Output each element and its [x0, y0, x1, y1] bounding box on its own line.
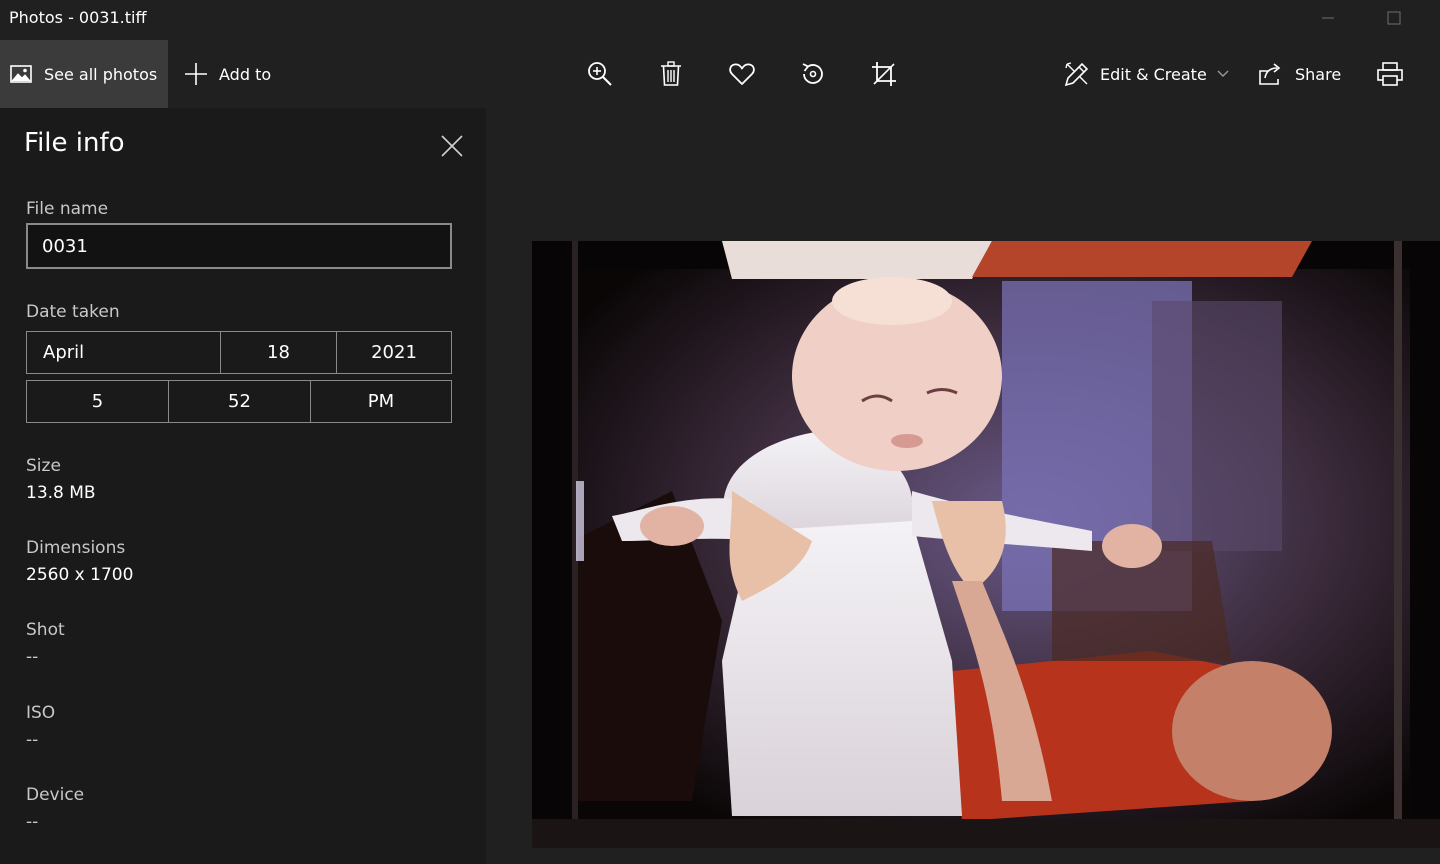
zoom-button[interactable]	[582, 56, 618, 92]
crop-icon	[872, 62, 896, 86]
edit-create-button[interactable]: Edit & Create	[1064, 40, 1229, 108]
shot-label: Shot	[26, 620, 65, 640]
photos-icon	[10, 65, 32, 83]
time-picker: 5 52 PM	[26, 380, 452, 423]
share-icon	[1259, 63, 1281, 85]
device-value: --	[26, 812, 39, 832]
device-label: Device	[26, 785, 85, 805]
day-selector[interactable]: 18	[221, 332, 337, 373]
hour-selector[interactable]: 5	[27, 381, 169, 422]
minimize-icon	[1322, 17, 1334, 19]
edit-create-icon	[1064, 62, 1089, 87]
see-all-photos-button[interactable]: See all photos	[0, 40, 168, 108]
minimize-button[interactable]	[1298, 0, 1358, 36]
share-label: Share	[1295, 64, 1342, 84]
photo-image[interactable]	[532, 241, 1440, 848]
toolbar: See all photos Add to Edit & Create Shar…	[0, 40, 1440, 108]
iso-value: --	[26, 730, 39, 750]
size-value: 13.8 MB	[26, 483, 96, 503]
edit-create-label: Edit & Create	[1100, 64, 1207, 84]
add-to-button[interactable]: Add to	[184, 40, 271, 108]
rotate-icon	[802, 63, 823, 84]
delete-icon	[661, 61, 681, 86]
maximize-button[interactable]	[1364, 0, 1424, 36]
heart-icon	[729, 63, 755, 85]
panel-title: File info	[24, 128, 125, 158]
period-selector[interactable]: PM	[311, 381, 451, 422]
photo-viewer	[486, 108, 1440, 864]
maximize-icon	[1387, 11, 1401, 25]
date-taken-label: Date taken	[26, 302, 120, 322]
minute-selector[interactable]: 52	[169, 381, 311, 422]
file-info-panel: File info File name 0031 Date taken Apri…	[0, 108, 486, 864]
dimensions-value: 2560 x 1700	[26, 565, 134, 585]
chevron-down-icon	[1217, 70, 1229, 77]
size-label: Size	[26, 456, 61, 476]
plus-icon	[185, 63, 207, 85]
add-to-label: Add to	[219, 64, 272, 84]
photo-content	[532, 241, 1440, 848]
dimensions-label: Dimensions	[26, 538, 126, 558]
month-selector[interactable]: April	[27, 332, 221, 373]
print-button[interactable]	[1372, 56, 1408, 92]
zoom-in-icon	[588, 62, 612, 86]
year-selector[interactable]: 2021	[337, 332, 451, 373]
rotate-button[interactable]	[795, 56, 831, 92]
see-all-photos-label: See all photos	[44, 64, 158, 84]
favorite-button[interactable]	[724, 56, 760, 92]
date-picker: April 18 2021	[26, 331, 452, 374]
delete-button[interactable]	[653, 56, 689, 92]
iso-label: ISO	[26, 703, 56, 723]
file-name-input[interactable]: 0031	[26, 223, 452, 269]
print-icon	[1377, 62, 1403, 86]
crop-button[interactable]	[866, 56, 902, 92]
title-bar: Photos - 0031.tiff	[0, 0, 1440, 40]
window-title: Photos - 0031.tiff	[9, 8, 147, 27]
share-button[interactable]: Share	[1258, 40, 1341, 108]
close-panel-button[interactable]	[432, 126, 472, 166]
file-name-label: File name	[26, 199, 109, 219]
shot-value: --	[26, 647, 39, 667]
close-icon	[441, 135, 463, 157]
